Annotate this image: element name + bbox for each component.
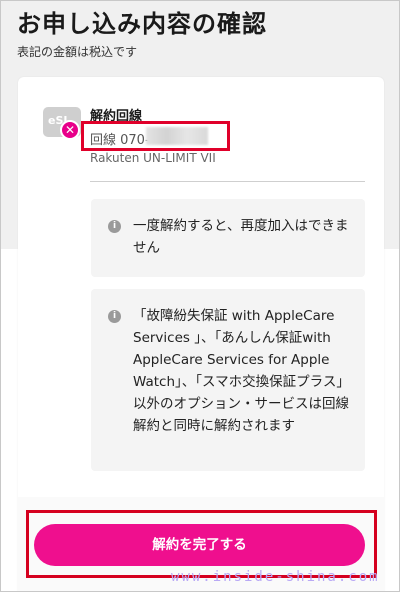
info-icon: i (108, 310, 121, 323)
info-icon: i (108, 220, 121, 233)
close-icon: ✕ (60, 120, 80, 140)
tax-note: 表記の金額は税込です (17, 45, 138, 59)
notice-text: 一度解約すると、再度加入はできません (133, 218, 349, 256)
notice-options: i 「故障紛失保証 with AppleCare Services 」、「あんし… (91, 289, 365, 471)
notice-text: 「故障紛失保証 with AppleCare Services 」、「あんしん保… (133, 308, 350, 434)
page-header: お申し込み内容の確認 表記の金額は税込です (17, 7, 389, 60)
complete-cancellation-button[interactable]: 解約を完了する (34, 524, 365, 566)
line-number-highlight (81, 121, 230, 151)
page-title: お申し込み内容の確認 (17, 10, 267, 38)
divider (90, 181, 365, 182)
details-card: eSI ✕ 解約回線 回線 070- Rakuten UN-LIMIT VII … (18, 77, 384, 591)
notice-rejoin: i 一度解約すると、再度加入はできません (91, 199, 365, 277)
watermark: www.inside-shina.com (171, 569, 380, 585)
plan-name: Rakuten UN-LIMIT VII (90, 151, 216, 165)
confirmation-screen: お申し込み内容の確認 表記の金額は税込です eSI ✕ 解約回線 回線 070-… (0, 0, 400, 592)
